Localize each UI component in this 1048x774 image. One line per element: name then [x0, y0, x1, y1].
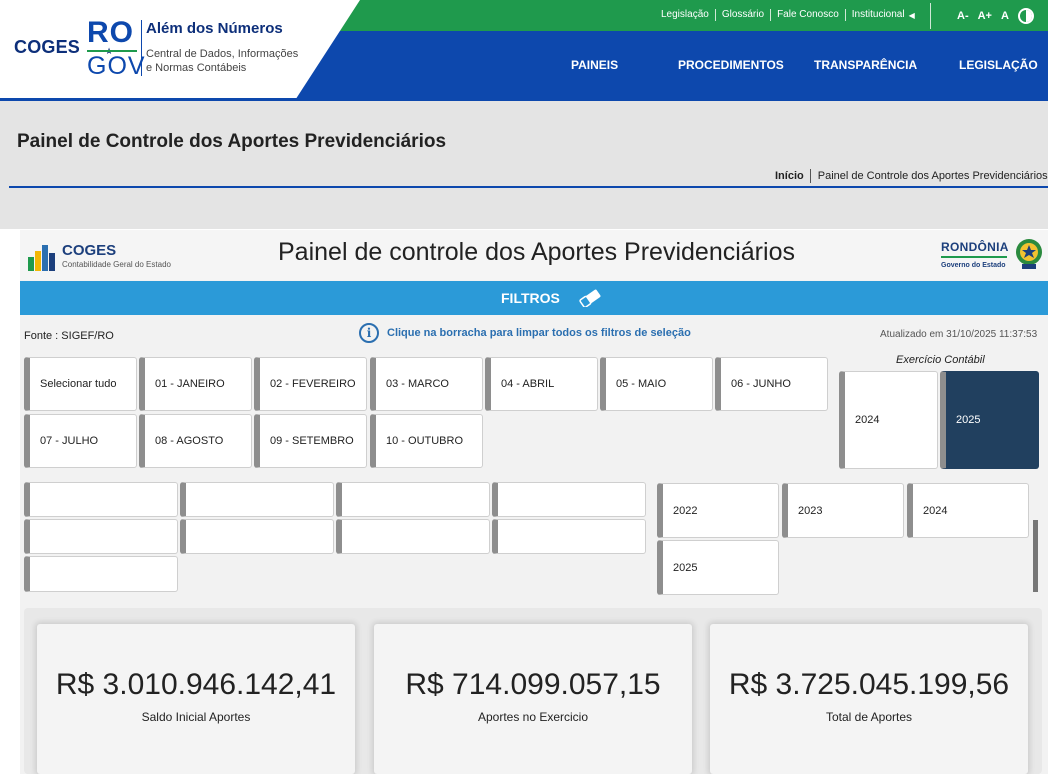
- font-decrease-button[interactable]: A-: [957, 10, 969, 22]
- rondonia-logo: RONDÔNIA Governo do Estado: [941, 238, 1019, 274]
- exercicio-label: Exercício Contábil: [896, 354, 985, 366]
- nav-paineis[interactable]: PAINEIS: [571, 58, 618, 72]
- month-option[interactable]: 09 - SETEMBRO: [254, 414, 367, 468]
- kpi-label: Aportes no Exercicio: [477, 710, 589, 724]
- year-option[interactable]: 2022: [657, 483, 779, 538]
- empty-slicer-item[interactable]: [180, 482, 334, 517]
- month-option[interactable]: 02 - FEVEREIRO: [254, 357, 367, 411]
- nav-transparencia[interactable]: TRANSPARÊNCIA: [814, 58, 917, 72]
- month-select-all[interactable]: Selecionar tudo: [24, 357, 137, 411]
- kpi-card-aportes-exercicio: R$ 714.099.057,15 Aportes no Exercicio: [374, 624, 692, 774]
- month-option[interactable]: 07 - JULHO: [24, 414, 137, 468]
- nav-legislacao[interactable]: LEGISLAÇÃO: [959, 58, 1038, 72]
- kpi-card-saldo-inicial: R$ 3.010.946.142,41 Saldo Inicial Aporte…: [37, 624, 355, 774]
- info-icon: i: [359, 323, 379, 343]
- ro-logo-text[interactable]: RO: [87, 16, 134, 50]
- filters-label: FILTROS: [501, 290, 560, 306]
- breadcrumb: Início Painel de Controle dos Aportes Pr…: [775, 169, 1048, 183]
- top-link-institucional[interactable]: Institucional: [846, 9, 909, 21]
- logo-divider: [141, 20, 142, 76]
- kpi-value: R$ 3.010.946.142,41: [55, 668, 337, 701]
- month-option[interactable]: 08 - AGOSTO: [139, 414, 252, 468]
- rondonia-seal-icon: [1016, 239, 1042, 269]
- month-option[interactable]: 06 - JUNHO: [715, 357, 828, 411]
- empty-slicer-item[interactable]: [24, 519, 178, 554]
- top-links: Legislação Glossário Fale Conosco Instit…: [661, 9, 915, 21]
- last-updated: Atualizado em 31/10/2025 11:37:53: [880, 329, 1038, 340]
- coges-report-sub: Contabilidade Geral do Estado: [62, 260, 171, 269]
- rondonia-sub: Governo do Estado: [941, 262, 1006, 269]
- filters-bar: FILTROS: [20, 281, 1048, 315]
- year-slicer-scrollbar[interactable]: [1033, 520, 1038, 592]
- kpi-value: R$ 3.725.045.199,56: [728, 668, 1010, 701]
- kpi-card-total-aportes: R$ 3.725.045.199,56 Total de Aportes: [710, 624, 1028, 774]
- rondonia-line: [941, 256, 1007, 258]
- exercicio-option-selected[interactable]: 2025: [940, 371, 1039, 469]
- breadcrumb-current: Painel de Controle dos Aportes Previdenc…: [817, 170, 1048, 182]
- gov-logo-text[interactable]: GOV: [87, 52, 146, 81]
- coges-report-name: COGES: [62, 242, 117, 259]
- breadcrumb-inicio[interactable]: Início: [775, 170, 810, 182]
- site-tagline: Além dos Números: [146, 20, 283, 37]
- caret-left-icon[interactable]: ◀: [909, 11, 915, 20]
- kpi-value: R$ 714.099.057,15: [405, 668, 661, 701]
- report-header: COGES Contabilidade Geral do Estado Pain…: [20, 230, 1048, 280]
- font-increase-button[interactable]: A+: [978, 10, 992, 22]
- empty-slicer-item[interactable]: [336, 519, 490, 554]
- site-subtitle-line1: Central de Dados, Informações: [146, 48, 299, 60]
- rondonia-name: RONDÔNIA: [941, 240, 1009, 254]
- breadcrumb-separator: [809, 169, 811, 183]
- coges-report-logo: COGES Contabilidade Geral do Estado: [26, 239, 186, 273]
- empty-slicer-item[interactable]: [492, 519, 646, 554]
- coges-bars-icon: [26, 243, 60, 271]
- kpi-area: R$ 3.010.946.142,41 Saldo Inicial Aporte…: [24, 608, 1042, 774]
- data-source: Fonte : SIGEF/RO: [24, 330, 114, 342]
- empty-slicer-item[interactable]: [180, 519, 334, 554]
- clear-filters-hint: Clique na borracha para limpar todos os …: [387, 327, 691, 339]
- month-option[interactable]: 04 - ABRIL: [485, 357, 598, 411]
- top-link-fale-conosco[interactable]: Fale Conosco: [771, 9, 846, 21]
- report-title: Painel de controle dos Aportes Previdenc…: [278, 238, 795, 266]
- contrast-icon[interactable]: [1017, 8, 1034, 24]
- report-canvas: COGES Contabilidade Geral do Estado Pain…: [20, 230, 1048, 774]
- year-option[interactable]: 2023: [782, 483, 904, 538]
- site-subtitle-line2: e Normas Contábeis: [146, 62, 247, 74]
- empty-slicer-item[interactable]: [492, 482, 646, 517]
- page-title: Painel de Controle dos Aportes Previdenc…: [17, 131, 447, 152]
- nav-procedimentos[interactable]: PROCEDIMENTOS: [678, 58, 784, 72]
- month-option[interactable]: 01 - JANEIRO: [139, 357, 252, 411]
- kpi-label: Total de Aportes: [825, 710, 913, 724]
- month-option[interactable]: 05 - MAIO: [600, 357, 713, 411]
- font-controls: A- A+ A: [957, 8, 1034, 24]
- empty-slicer-item[interactable]: [336, 482, 490, 517]
- title-band: [0, 101, 1048, 229]
- empty-slicer-item[interactable]: [24, 556, 178, 592]
- year-option[interactable]: 2025: [657, 540, 779, 595]
- font-normal-button[interactable]: A: [1001, 10, 1009, 22]
- month-option[interactable]: 10 - OUTUBRO: [370, 414, 483, 468]
- month-option[interactable]: 03 - MARCO: [370, 357, 483, 411]
- year-option[interactable]: 2024: [907, 483, 1029, 538]
- kpi-label: Saldo Inicial Aportes: [141, 710, 251, 724]
- site-header: COGES RO ★ GOV Além dos Números Central …: [0, 0, 1048, 101]
- exercicio-option[interactable]: 2024: [839, 371, 938, 469]
- title-band-line: [9, 186, 1048, 188]
- coges-logo-text[interactable]: COGES: [14, 37, 80, 58]
- top-link-glossario[interactable]: Glossário: [716, 9, 772, 21]
- eraser-icon[interactable]: [578, 289, 602, 307]
- top-link-legislacao[interactable]: Legislação: [661, 9, 716, 21]
- empty-slicer-item[interactable]: [24, 482, 178, 517]
- top-bar-divider: [930, 3, 931, 29]
